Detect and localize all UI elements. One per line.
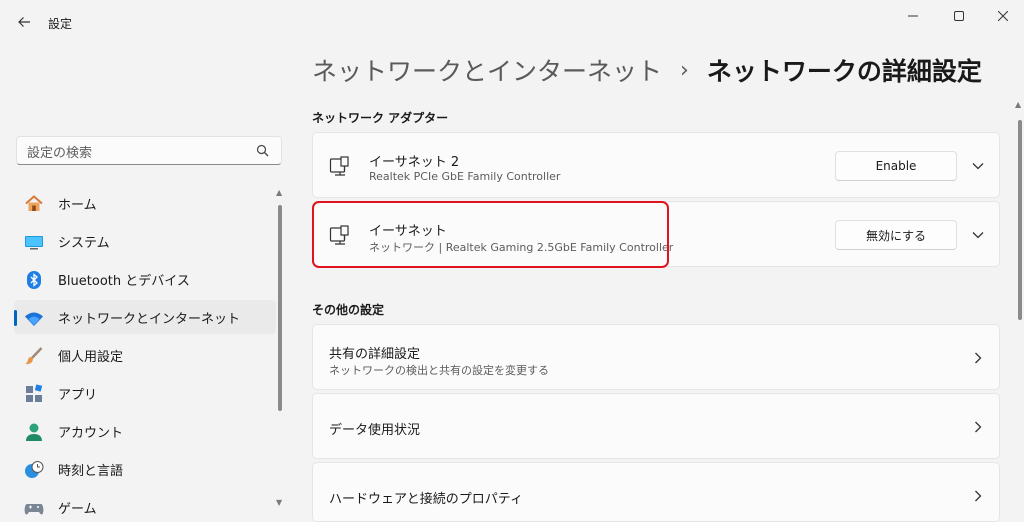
chevron-right-icon [969,349,987,367]
sidebar-item-label: ネットワークとインターネット [58,311,241,327]
sidebar-item-label: 時刻と言語 [58,463,124,479]
page-title: ネットワークの詳細設定 [706,57,982,86]
section-title-adapters: ネットワーク アダプター [312,111,449,125]
settings-item-title: 共有の詳細設定 [329,347,421,362]
bluetooth-icon [27,271,41,289]
sidebar-item-gaming[interactable]: ゲーム [14,490,276,522]
sidebar-item-label: Bluetooth とデバイス [58,273,190,289]
title-bar: 設定 [0,0,1024,44]
sidebar-item-label: システム [58,235,110,251]
scroll-up-icon[interactable]: ▲ [1015,100,1021,109]
sidebar-item-time-language[interactable]: 時刻と言語 [14,452,276,486]
sidebar-item-label: 個人用設定 [58,349,124,365]
enable-button[interactable]: Enable [835,151,957,181]
arrow-left-icon [18,17,30,27]
content-scroll-thumb[interactable] [1018,120,1022,320]
wifi-icon [25,312,43,326]
sidebar-nav: ホーム システム Bluetooth とデバイス ネットワークとインターネット … [14,186,276,522]
breadcrumb-parent[interactable]: ネットワークとインターネット [312,52,662,88]
chevron-right-icon [969,418,987,436]
search-input[interactable]: 設定の検索 [27,142,247,161]
breadcrumb-separator-icon: › [680,57,689,83]
ethernet-icon [329,156,349,176]
adapter-description: Realtek PCIe GbE Family Controller [369,170,561,183]
settings-item-data-usage[interactable]: データ使用状況 [312,393,1000,459]
sidebar-item-system[interactable]: システム [14,224,276,258]
search-box[interactable]: 設定の検索 [16,136,282,165]
maximize-button[interactable] [936,4,982,28]
sidebar-item-label: アプリ [58,387,98,403]
chevron-down-icon [972,163,984,170]
maximize-icon [954,11,964,21]
sidebar-item-label: ホーム [58,197,97,213]
minimize-icon [908,15,918,17]
adapter-card-ethernet-2[interactable]: イーサネット 2 Realtek PCIe GbE Family Control… [312,132,1000,198]
sidebar-scroll-thumb[interactable] [278,205,282,411]
highlight-box [312,201,669,268]
account-icon [26,423,42,441]
sidebar-item-apps[interactable]: アプリ [14,376,276,410]
clock-globe-icon [25,461,44,478]
expand-button[interactable] [969,157,987,175]
scroll-down-icon[interactable]: ▼ [276,498,282,507]
sidebar-item-network[interactable]: ネットワークとインターネット [14,300,276,334]
home-icon [25,195,43,211]
settings-item-title: データ使用状況 [329,423,421,438]
apps-icon [26,384,43,402]
sidebar-item-label: ゲーム [58,501,97,517]
minimize-button[interactable] [890,4,936,28]
chevron-right-icon [969,487,987,505]
expand-button[interactable] [969,226,987,244]
settings-item-hardware-properties[interactable]: ハードウェアと接続のプロパティ [312,462,1000,522]
settings-item-advanced-sharing[interactable]: 共有の詳細設定 ネットワークの検出と共有の設定を変更する [312,324,1000,390]
sidebar-item-personalization[interactable]: 個人用設定 [14,338,276,372]
close-icon [998,11,1008,21]
gamepad-icon [24,504,44,515]
system-icon [25,236,43,250]
search-icon[interactable] [255,143,271,159]
scroll-up-icon[interactable]: ▲ [276,188,282,197]
settings-item-title: ハードウェアと接続のプロパティ [329,492,523,507]
brush-icon [25,347,43,365]
sidebar-item-accounts[interactable]: アカウント [14,414,276,448]
adapter-name: イーサネット 2 [369,155,460,170]
settings-item-subtitle: ネットワークの検出と共有の設定を変更する [329,364,549,377]
disable-button[interactable]: 無効にする [835,220,957,250]
app-title: 設定 [48,17,73,31]
section-title-other: その他の設定 [312,303,385,317]
close-button[interactable] [980,4,1024,28]
sidebar-item-label: アカウント [58,425,124,441]
sidebar-item-home[interactable]: ホーム [14,186,276,220]
breadcrumb: ネットワークとインターネット › ネットワークの詳細設定 [312,52,982,88]
back-button[interactable] [12,10,36,34]
sidebar-item-bluetooth[interactable]: Bluetooth とデバイス [14,262,276,296]
chevron-down-icon [972,232,984,239]
